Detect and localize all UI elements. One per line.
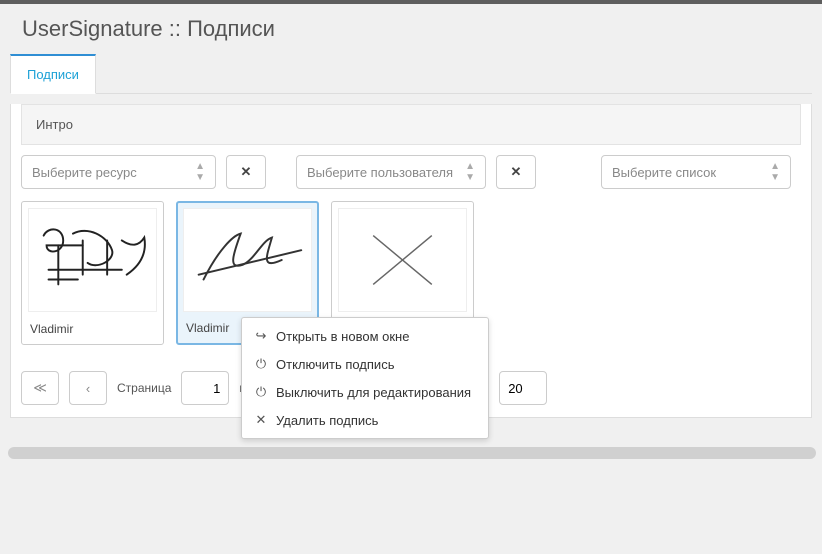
signature-card[interactable]: Vladimir (21, 201, 164, 345)
list-select[interactable]: Выберите список ▲▼ (601, 155, 791, 189)
chevron-updown-icon: ▲▼ (465, 162, 475, 183)
page-title-text: UserSignature :: Подписи (22, 16, 275, 41)
signature-image (183, 208, 312, 312)
tab-label: Подписи (27, 67, 79, 82)
ctx-item-disable[interactable]: ⏻ Отключить подпись (242, 350, 488, 378)
ctx-item-label: Открыть в новом окне (276, 329, 409, 344)
user-clear-button[interactable]: ✕ (496, 155, 536, 189)
power-icon: ⏻ (254, 384, 268, 400)
close-icon: ✕ (511, 164, 522, 180)
pager-prev-button[interactable]: ‹ (69, 371, 107, 405)
scrollbar-horizontal[interactable] (8, 447, 816, 459)
user-select[interactable]: Выберите пользователя ▲▼ (296, 155, 486, 189)
pager-first-button[interactable]: ≪ (21, 371, 59, 405)
filter-row: Выберите ресурс ▲▼ ✕ Выберите пользовате… (21, 155, 801, 189)
page-title: UserSignature :: Подписи (0, 4, 822, 54)
intro-text: Интро (36, 117, 73, 132)
signature-image (338, 208, 467, 312)
power-icon: ⏻ (254, 356, 268, 372)
chevron-updown-icon: ▲▼ (770, 162, 780, 183)
ctx-item-label: Удалить подпись (276, 413, 378, 428)
resource-clear-button[interactable]: ✕ (226, 155, 266, 189)
close-icon: ✕ (241, 164, 252, 180)
user-select-placeholder: Выберите пользователя (307, 165, 453, 180)
resource-select-placeholder: Выберите ресурс (32, 165, 137, 180)
intro-box: Интро (21, 104, 801, 145)
ctx-item-label: Выключить для редактирования (276, 385, 471, 400)
tab-signatures[interactable]: Подписи (10, 54, 96, 94)
ctx-item-lockedit[interactable]: ⏻ Выключить для редактирования (242, 378, 488, 406)
ctx-item-delete[interactable]: ✕ Удалить подпись (242, 406, 488, 434)
ctx-item-label: Отключить подпись (276, 357, 394, 372)
prev-icon: ‹ (86, 381, 90, 396)
pager-page-input[interactable] (181, 371, 229, 405)
list-select-placeholder: Выберите список (612, 165, 716, 180)
tab-bar: Подписи (10, 54, 812, 94)
resource-select[interactable]: Выберите ресурс ▲▼ (21, 155, 216, 189)
pager-perpage-input[interactable] (499, 371, 547, 405)
first-icon: ≪ (33, 380, 47, 396)
signature-caption: Vladimir (22, 318, 163, 344)
ctx-item-open[interactable]: ↪ Открыть в новом окне (242, 322, 488, 350)
open-icon: ↪ (254, 328, 268, 344)
pager-page-label: Страница (117, 381, 171, 395)
chevron-updown-icon: ▲▼ (195, 162, 205, 183)
context-menu: ↪ Открыть в новом окне ⏻ Отключить подпи… (241, 317, 489, 439)
close-icon: ✕ (254, 412, 268, 428)
signature-image (28, 208, 157, 312)
